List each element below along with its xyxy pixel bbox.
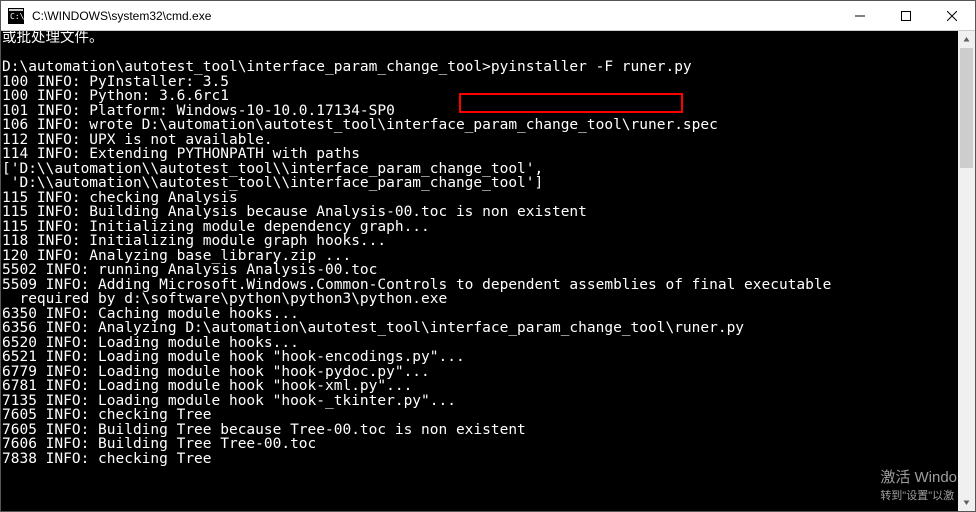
terminal-line: 'D:\\automation\\autotest_tool\\interfac… bbox=[2, 176, 956, 191]
terminal-line: 115 INFO: checking Analysis bbox=[2, 191, 956, 206]
terminal-line: 106 INFO: wrote D:\automation\autotest_t… bbox=[2, 118, 956, 133]
terminal-line: 114 INFO: Extending PYTHONPATH with path… bbox=[2, 147, 956, 162]
terminal-line: 7135 INFO: Loading module hook "hook-_tk… bbox=[2, 394, 956, 409]
terminal-line: 6781 INFO: Loading module hook "hook-xml… bbox=[2, 379, 956, 394]
minimize-button[interactable] bbox=[837, 1, 883, 31]
terminal-line: 120 INFO: Analyzing base_library.zip ... bbox=[2, 249, 956, 264]
terminal-line bbox=[2, 46, 956, 61]
terminal-output[interactable]: 或批处理文件。 D:\automation\autotest_tool\inter… bbox=[1, 31, 958, 511]
scroll-thumb[interactable] bbox=[960, 48, 973, 168]
cmd-window: C:\ C:\WINDOWS\system32\cmd.exe 或批处理文件。 D… bbox=[0, 0, 976, 512]
terminal-line: 112 INFO: UPX is not available. bbox=[2, 133, 956, 148]
terminal-line: 5509 INFO: Adding Microsoft.Windows.Comm… bbox=[2, 278, 956, 293]
terminal-line: required by d:\software\python\python3\p… bbox=[2, 292, 956, 307]
titlebar[interactable]: C:\ C:\WINDOWS\system32\cmd.exe bbox=[1, 1, 975, 31]
terminal-line: 115 INFO: Building Analysis because Anal… bbox=[2, 205, 956, 220]
terminal-line: 100 INFO: PyInstaller: 3.5 bbox=[2, 75, 956, 90]
terminal-line: 118 INFO: Initializing module graph hook… bbox=[2, 234, 956, 249]
terminal-line: 115 INFO: Initializing module dependency… bbox=[2, 220, 956, 235]
window-title: C:\WINDOWS\system32\cmd.exe bbox=[32, 9, 211, 23]
terminal-line: 6520 INFO: Loading module hooks... bbox=[2, 336, 956, 351]
terminal-area: 或批处理文件。 D:\automation\autotest_tool\inter… bbox=[1, 31, 975, 511]
terminal-line: 6350 INFO: Caching module hooks... bbox=[2, 307, 956, 322]
terminal-line: 7606 INFO: Building Tree Tree-00.toc bbox=[2, 437, 956, 452]
terminal-line: 101 INFO: Platform: Windows-10-10.0.1713… bbox=[2, 104, 956, 119]
terminal-line: 7605 INFO: checking Tree bbox=[2, 408, 956, 423]
cmd-icon: C:\ bbox=[8, 8, 24, 24]
terminal-line: ['D:\\automation\\autotest_tool\\interfa… bbox=[2, 162, 956, 177]
terminal-line: 6779 INFO: Loading module hook "hook-pyd… bbox=[2, 365, 956, 380]
maximize-button[interactable] bbox=[883, 1, 929, 31]
terminal-line: 7838 INFO: checking Tree bbox=[2, 452, 956, 467]
terminal-line: 7605 INFO: Building Tree because Tree-00… bbox=[2, 423, 956, 438]
terminal-line: 6356 INFO: Analyzing D:\automation\autot… bbox=[2, 321, 956, 336]
close-button[interactable] bbox=[929, 1, 975, 31]
terminal-line: 6521 INFO: Loading module hook "hook-enc… bbox=[2, 350, 956, 365]
terminal-line: 5502 INFO: running Analysis Analysis-00.… bbox=[2, 263, 956, 278]
terminal-line: 或批处理文件。 bbox=[2, 31, 956, 46]
terminal-line: D:\automation\autotest_tool\interface_pa… bbox=[2, 60, 956, 75]
window-controls bbox=[837, 1, 975, 31]
scroll-up-button[interactable] bbox=[958, 31, 975, 48]
vertical-scrollbar[interactable] bbox=[958, 31, 975, 511]
svg-text:C:\: C:\ bbox=[10, 12, 24, 21]
scroll-down-button[interactable] bbox=[958, 494, 975, 511]
terminal-line: 100 INFO: Python: 3.6.6rc1 bbox=[2, 89, 956, 104]
